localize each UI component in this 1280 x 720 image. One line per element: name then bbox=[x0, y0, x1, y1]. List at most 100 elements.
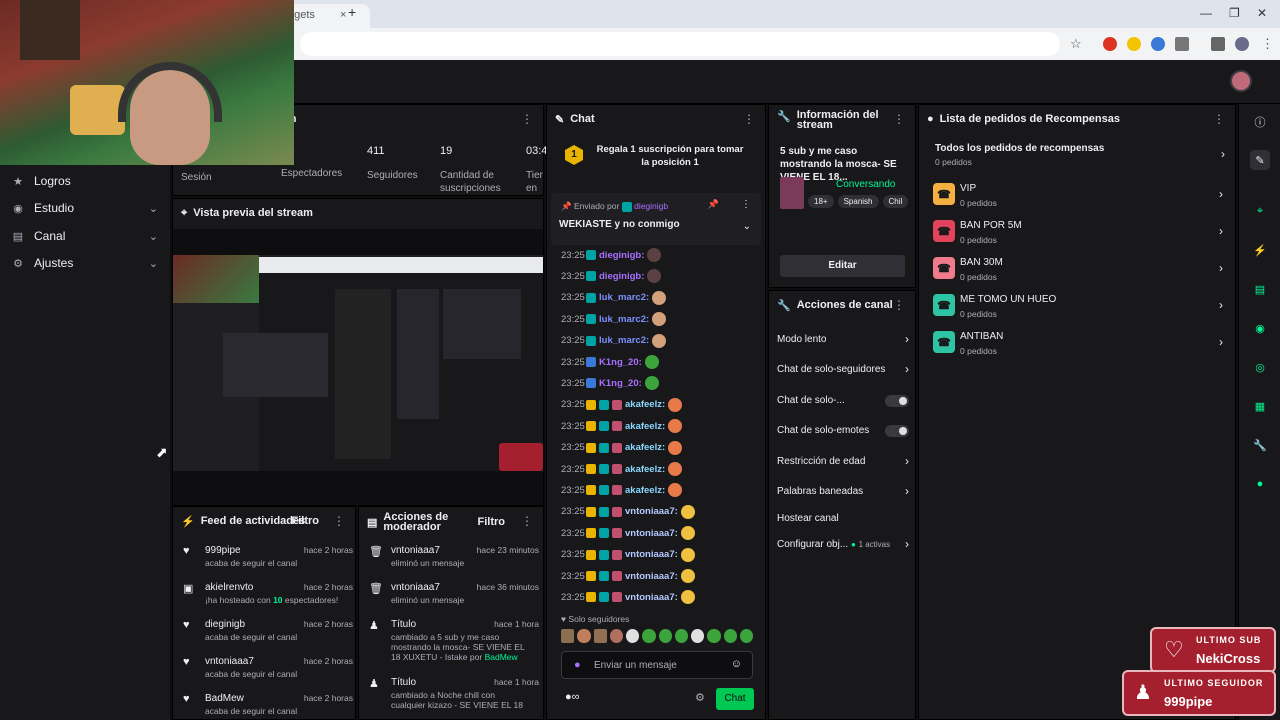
restore-icon[interactable]: ❐ bbox=[1229, 6, 1240, 20]
tag-pill[interactable]: 18+ bbox=[808, 195, 834, 208]
extensions-puzzle-icon[interactable] bbox=[1175, 37, 1189, 51]
chat-username[interactable]: dieginigb: bbox=[599, 250, 644, 261]
chat-username[interactable]: luk_marc2: bbox=[599, 314, 649, 325]
crosshair-icon[interactable]: ⌖ bbox=[1250, 201, 1270, 221]
pinned-user[interactable]: dieginigb bbox=[634, 201, 668, 211]
reward-item-vip[interactable]: ☎ VIP 0 pedidos › bbox=[933, 181, 1223, 215]
channel-points-icon[interactable]: ●∞ bbox=[565, 691, 580, 703]
more-options-icon[interactable]: ⋮ bbox=[893, 113, 905, 125]
mod-desc-who[interactable]: BadMew bbox=[485, 652, 518, 662]
reward-item-me-tomo-un-hueo[interactable]: ☎ ME TOMO UN HUEO 0 pedidos › bbox=[933, 292, 1223, 326]
subs-only-toggle[interactable] bbox=[885, 395, 909, 407]
tag-pill[interactable]: Spanish bbox=[837, 195, 879, 208]
reward-item-ban-5m[interactable]: ☎ BAN POR 5M 0 pedidos › bbox=[933, 218, 1223, 252]
document-icon[interactable]: ▤ bbox=[1250, 279, 1270, 299]
emote-icon[interactable] bbox=[642, 629, 656, 643]
chat-username[interactable]: luk_marc2: bbox=[599, 292, 649, 303]
tab-close-icon[interactable]: × bbox=[340, 9, 346, 21]
broadcast-icon[interactable]: ◎ bbox=[1250, 357, 1270, 377]
emote-picker-icon[interactable]: ☺ bbox=[731, 658, 742, 670]
chevron-down-icon[interactable]: ⌄ bbox=[743, 221, 751, 232]
chat-username[interactable]: luk_marc2: bbox=[599, 335, 649, 346]
stream-preview-video[interactable] bbox=[173, 229, 543, 505]
chat-username[interactable]: K1ng_20: bbox=[599, 378, 642, 389]
emote-icon[interactable] bbox=[658, 629, 672, 643]
chat-username[interactable]: vntoniaaa7: bbox=[625, 549, 678, 560]
info-icon[interactable]: ⓘ bbox=[1250, 112, 1270, 132]
more-options-icon[interactable]: ⋮ bbox=[1213, 113, 1225, 125]
action-slow-mode[interactable]: Modo lento › bbox=[777, 332, 909, 346]
chat-username[interactable]: vntoniaaa7: bbox=[625, 506, 678, 517]
extension-icon[interactable] bbox=[1151, 37, 1165, 51]
more-options-icon[interactable]: ⋮ bbox=[521, 515, 533, 527]
chat-username[interactable]: akafeelz: bbox=[625, 464, 665, 475]
lightning-icon[interactable]: ⚡ bbox=[1250, 240, 1270, 260]
more-options-icon[interactable]: ⋮ bbox=[743, 113, 755, 125]
emote-icon[interactable] bbox=[577, 629, 591, 643]
more-options-icon[interactable]: ⋮ bbox=[333, 515, 345, 527]
chat-input[interactable]: ● Enviar un mensaje ☺ bbox=[561, 651, 753, 679]
emote-icon[interactable] bbox=[739, 629, 753, 643]
emote-icon[interactable] bbox=[707, 629, 721, 643]
action-banned-words[interactable]: Palabras baneadas › bbox=[777, 484, 909, 498]
reward-item-ban-30m[interactable]: ☎ BAN 30M 0 pedidos › bbox=[933, 255, 1223, 289]
nav-item-estudio[interactable]: ◉ Estudio ⌄ bbox=[12, 201, 158, 215]
bookmark-star-icon[interactable]: ☆ bbox=[1070, 36, 1082, 52]
mic-icon[interactable]: ● bbox=[574, 659, 581, 671]
action-age-restriction[interactable]: Restricción de edad › bbox=[777, 454, 909, 468]
category-name[interactable]: Conversando bbox=[836, 179, 895, 190]
gift-sub-prompt[interactable]: Regala 1 suscripción para tomar la posic… bbox=[595, 143, 745, 169]
emote-icon[interactable] bbox=[626, 629, 640, 643]
emote-icon[interactable] bbox=[593, 629, 607, 643]
emote-icon[interactable] bbox=[674, 629, 688, 643]
chat-username[interactable]: K1ng_20: bbox=[599, 357, 642, 368]
more-options-icon[interactable]: ⋮ bbox=[521, 113, 533, 125]
chat-username[interactable]: vntoniaaa7: bbox=[625, 571, 678, 582]
chat-username[interactable]: akafeelz: bbox=[625, 442, 665, 453]
unpin-icon[interactable]: 📌 bbox=[708, 199, 719, 210]
chat-username[interactable]: vntoniaaa7: bbox=[625, 528, 678, 539]
user-avatar[interactable] bbox=[1230, 70, 1252, 92]
download-icon[interactable] bbox=[1211, 37, 1225, 51]
layout-icon[interactable]: ▦ bbox=[1250, 396, 1270, 416]
action-configure-goals[interactable]: Configurar obj... ● 1 activas › bbox=[777, 537, 909, 551]
action-host-channel[interactable]: Hostear canal bbox=[777, 513, 909, 524]
pinned-more-icon[interactable]: ⋮ bbox=[741, 199, 751, 210]
emote-icon[interactable] bbox=[723, 629, 737, 643]
chat-username[interactable]: akafeelz: bbox=[625, 421, 665, 432]
emote-icon[interactable] bbox=[691, 629, 705, 643]
edit-stream-info-button[interactable]: Editar bbox=[780, 255, 905, 277]
emote-icon[interactable] bbox=[609, 629, 623, 643]
emote-icon[interactable] bbox=[561, 629, 575, 643]
emotes-only-toggle[interactable] bbox=[885, 425, 909, 437]
new-tab-icon[interactable]: + bbox=[348, 4, 356, 20]
chat-settings-icon[interactable]: ⚙ bbox=[695, 691, 705, 704]
chat-send-button[interactable]: Chat bbox=[716, 688, 754, 710]
nav-item-canal[interactable]: ▤ Canal ⌄ bbox=[12, 229, 158, 243]
rewards-icon[interactable]: ● bbox=[1250, 474, 1270, 494]
close-window-icon[interactable]: ✕ bbox=[1257, 6, 1267, 20]
profile-icon[interactable] bbox=[1235, 37, 1249, 51]
pencil-icon[interactable]: ✎ bbox=[1250, 150, 1270, 170]
mod-filter-button[interactable]: Filtro bbox=[478, 516, 506, 528]
reward-item-antiban[interactable]: ☎ ANTIBAN 0 pedidos › bbox=[933, 329, 1223, 363]
extension-icon[interactable] bbox=[1127, 37, 1141, 51]
user-badge-icon bbox=[612, 571, 622, 581]
wrench-icon[interactable]: 🔧 bbox=[1250, 435, 1270, 455]
chat-username[interactable]: vntoniaaa7: bbox=[625, 592, 678, 603]
tag-pill[interactable]: Chil bbox=[882, 195, 909, 208]
address-bar[interactable] bbox=[300, 32, 1060, 56]
more-options-icon[interactable]: ⋮ bbox=[893, 299, 905, 311]
chat-username[interactable]: akafeelz: bbox=[625, 485, 665, 496]
all-reward-requests[interactable]: Todos los pedidos de recompensas 0 pedid… bbox=[935, 143, 1225, 173]
chat-username[interactable]: dieginigb: bbox=[599, 271, 644, 282]
nav-item-ajustes[interactable]: ⚙ Ajustes ⌄ bbox=[12, 256, 158, 270]
nav-item-logros[interactable]: ★ Logros bbox=[12, 174, 71, 188]
browser-menu-icon[interactable]: ⋮ bbox=[1261, 36, 1274, 52]
chat-username[interactable]: akafeelz: bbox=[625, 399, 665, 410]
extension-icon[interactable] bbox=[1103, 37, 1117, 51]
feed-filter-button[interactable]: Filtro bbox=[292, 515, 320, 527]
chat-bubble-icon[interactable]: ◉ bbox=[1250, 318, 1270, 338]
action-followers-only[interactable]: Chat de solo-seguidores › bbox=[777, 362, 909, 376]
minimize-icon[interactable]: — bbox=[1200, 6, 1212, 20]
